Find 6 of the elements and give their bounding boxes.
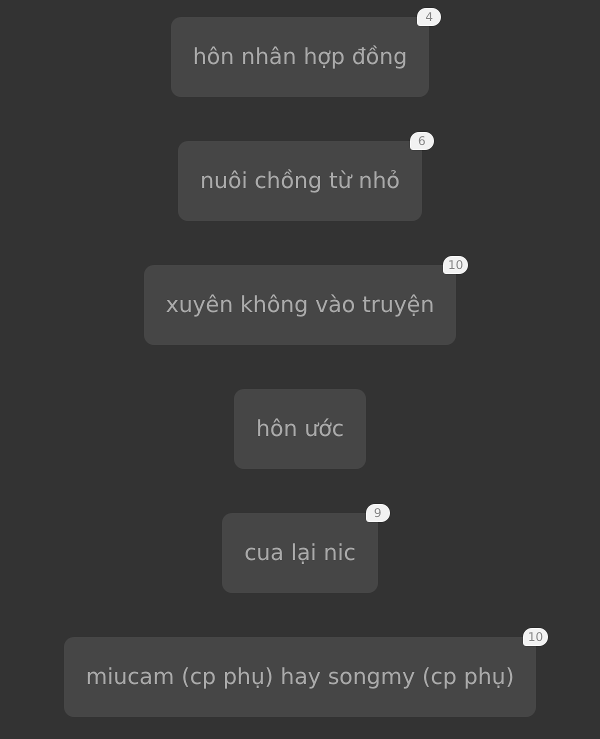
vote-count-badge: 10: [443, 256, 468, 274]
vote-count-badge: 6: [410, 132, 434, 150]
answer-option[interactable]: hôn ước: [234, 389, 366, 469]
vote-count-badge: 9: [366, 504, 390, 522]
vote-count-badge: 4: [417, 8, 442, 26]
vote-count-badge: 10: [522, 628, 548, 646]
